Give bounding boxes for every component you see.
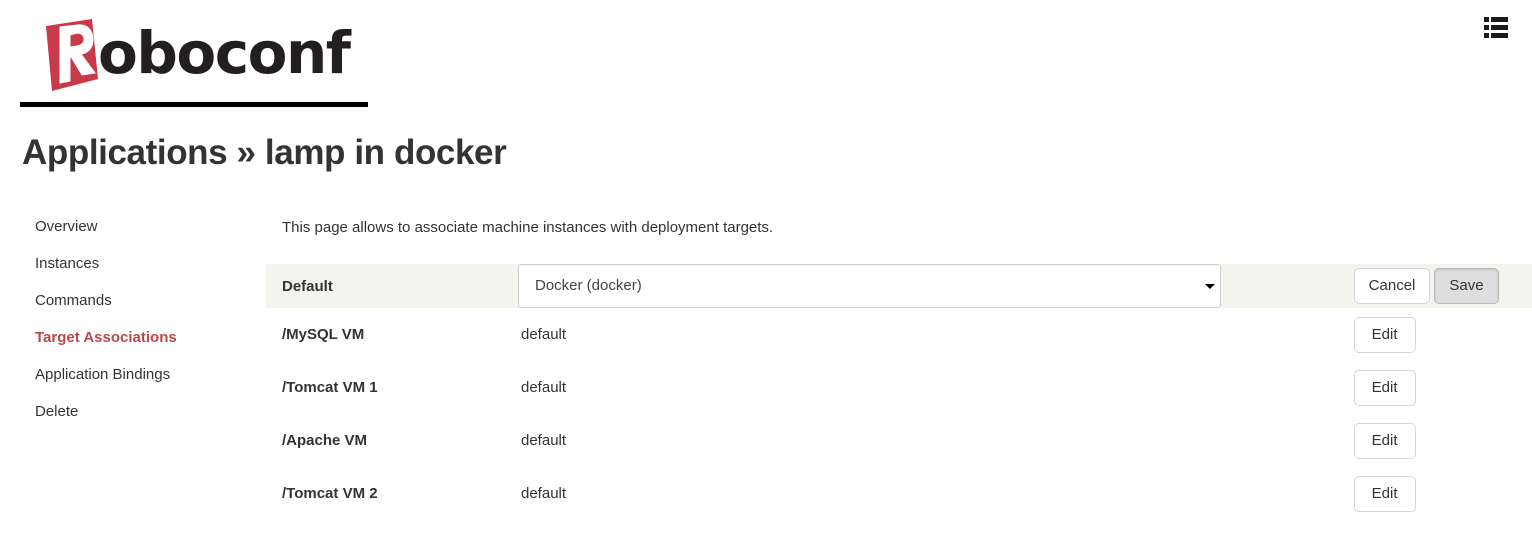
row-value: default bbox=[521, 485, 567, 502]
sidebar-nav: Overview Instances Commands Target Assoc… bbox=[35, 218, 250, 440]
table-row: /Apache VM default Edit bbox=[266, 414, 1532, 467]
sidebar-item-delete[interactable]: Delete bbox=[35, 403, 250, 421]
row-name: /Tomcat VM 2 bbox=[282, 485, 378, 502]
sidebar-item-commands[interactable]: Commands bbox=[35, 292, 250, 310]
row-actions: Edit bbox=[1353, 308, 1532, 361]
list-icon[interactable] bbox=[1484, 16, 1508, 38]
brand-underline bbox=[20, 102, 368, 107]
save-button[interactable]: Save bbox=[1434, 268, 1499, 304]
row-editor-default: Docker (docker) bbox=[518, 264, 1354, 308]
target-associations-table: Default Docker (docker) Cancel Save /MyS… bbox=[266, 264, 1532, 520]
chevron-down-icon bbox=[1205, 284, 1215, 289]
table-row-default: Default Docker (docker) Cancel Save bbox=[266, 264, 1532, 308]
default-row-buttons: Cancel Save bbox=[1353, 268, 1499, 304]
default-target-select-wrap: Docker (docker) bbox=[518, 264, 1221, 308]
row-actions: Edit bbox=[1353, 414, 1532, 467]
table-row: /Tomcat VM 2 default Edit bbox=[266, 467, 1532, 520]
edit-button[interactable]: Edit bbox=[1353, 475, 1416, 512]
brand-wordmark: oboconf bbox=[98, 19, 351, 87]
main-panel: This page allows to associate machine in… bbox=[266, 218, 1532, 520]
row-name-default: Default bbox=[282, 277, 333, 295]
page-header: oboconf bbox=[0, 0, 1532, 110]
page-title: Applications » lamp in docker bbox=[22, 133, 507, 172]
sidebar-item-instances[interactable]: Instances bbox=[35, 255, 250, 273]
row-name: /Apache VM bbox=[282, 432, 368, 449]
row-name: /MySQL VM bbox=[282, 326, 365, 343]
default-target-select[interactable]: Docker (docker) bbox=[518, 264, 1221, 308]
page-description: This page allows to associate machine in… bbox=[282, 219, 774, 236]
cancel-button[interactable]: Cancel bbox=[1353, 268, 1431, 304]
sidebar-item-application-bindings[interactable]: Application Bindings bbox=[35, 366, 250, 384]
edit-button[interactable]: Edit bbox=[1353, 316, 1416, 353]
edit-button[interactable]: Edit bbox=[1353, 369, 1416, 406]
roboconf-logo: oboconf bbox=[40, 13, 351, 95]
sidebar-item-overview[interactable]: Overview bbox=[35, 218, 250, 236]
sidebar-item-target-associations[interactable]: Target Associations bbox=[35, 329, 250, 347]
table-row: /MySQL VM default Edit bbox=[266, 308, 1532, 361]
row-name: /Tomcat VM 1 bbox=[282, 379, 378, 396]
row-actions: Edit bbox=[1353, 361, 1532, 414]
row-value: default bbox=[521, 379, 567, 396]
row-actions: Edit bbox=[1353, 467, 1532, 520]
edit-button[interactable]: Edit bbox=[1353, 422, 1416, 459]
brand-logo[interactable]: oboconf bbox=[10, 5, 368, 107]
default-target-select-value: Docker (docker) bbox=[535, 277, 642, 294]
table-row: /Tomcat VM 1 default Edit bbox=[266, 361, 1532, 414]
roboconf-logo-mark-icon bbox=[46, 19, 98, 91]
row-actions-default: Cancel Save bbox=[1353, 264, 1532, 308]
row-value: default bbox=[521, 326, 567, 343]
row-value: default bbox=[521, 432, 567, 449]
